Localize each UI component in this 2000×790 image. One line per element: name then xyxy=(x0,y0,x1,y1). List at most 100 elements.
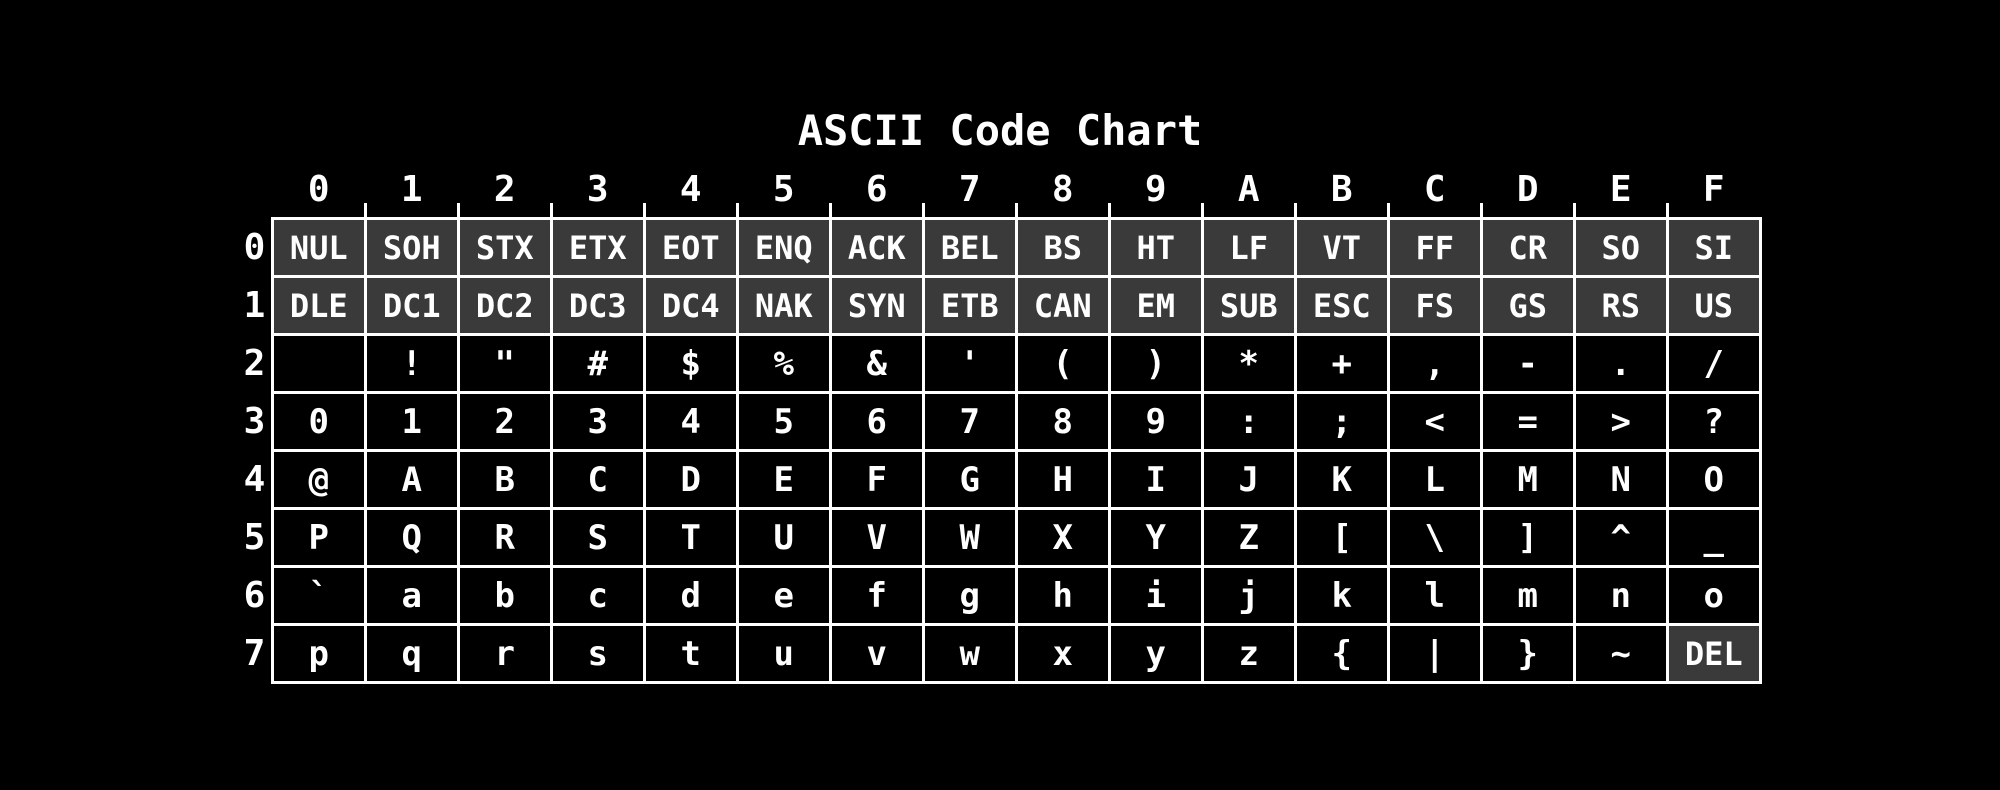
ascii-cell-control: SOH xyxy=(365,219,458,277)
ascii-cell: J xyxy=(1202,451,1295,509)
ascii-cell: & xyxy=(830,335,923,393)
cell-value: 1 xyxy=(402,402,422,442)
cell-value: SO xyxy=(1576,220,1666,275)
cell-value: l xyxy=(1425,576,1445,616)
cell-value: a xyxy=(402,576,422,616)
ascii-cell-control: EM xyxy=(1109,277,1202,335)
cell-value: C xyxy=(588,460,608,500)
table-row: 2 !"#$%&'()*+,-./ xyxy=(238,335,1760,393)
ascii-cell: | xyxy=(1388,625,1481,683)
table-row: 7pqrstuvwxyz{|}~DEL xyxy=(238,625,1760,683)
cell-value: ^ xyxy=(1611,518,1631,558)
cell-value: t xyxy=(681,634,701,674)
cell-value: g xyxy=(960,576,980,616)
ascii-cell: ' xyxy=(923,335,1016,393)
ascii-cell-control: DEL xyxy=(1667,625,1760,683)
ascii-cell: h xyxy=(1016,567,1109,625)
ascii-cell: D xyxy=(644,451,737,509)
ascii-cell: w xyxy=(923,625,1016,683)
cell-value: r xyxy=(495,634,515,674)
ascii-cell: * xyxy=(1202,335,1295,393)
ascii-cell: H xyxy=(1016,451,1109,509)
col-header: 0 xyxy=(272,161,365,219)
cell-value: ETX xyxy=(553,220,643,275)
cell-value: DC2 xyxy=(460,278,550,333)
row-header: 7 xyxy=(238,625,272,683)
ascii-cell: \ xyxy=(1388,509,1481,567)
ascii-cell: $ xyxy=(644,335,737,393)
cell-value: # xyxy=(588,344,608,384)
table-row: 30123456789:;<=>? xyxy=(238,393,1760,451)
table-row: 5PQRSTUVWXYZ[\]^_ xyxy=(238,509,1760,567)
cell-value: T xyxy=(681,518,701,558)
cell-value: L xyxy=(1425,460,1445,500)
cell-value: S xyxy=(588,518,608,558)
cell-value: w xyxy=(960,634,980,674)
cell-value: R xyxy=(495,518,515,558)
col-header: E xyxy=(1574,161,1667,219)
cell-value: 9 xyxy=(1146,402,1166,442)
ascii-cell: < xyxy=(1388,393,1481,451)
ascii-cell: t xyxy=(644,625,737,683)
ascii-table: 0123456789ABCDEF 0NULSOHSTXETXEOTENQACKB… xyxy=(238,161,1762,685)
ascii-cell: B xyxy=(458,451,551,509)
cell-value: j xyxy=(1239,576,1259,616)
ascii-cell: K xyxy=(1295,451,1388,509)
cell-value: ) xyxy=(1146,344,1166,384)
ascii-cell-control: HT xyxy=(1109,219,1202,277)
ascii-cell: ; xyxy=(1295,393,1388,451)
ascii-cell: l xyxy=(1388,567,1481,625)
ascii-cell-control: NAK xyxy=(737,277,830,335)
ascii-cell: _ xyxy=(1667,509,1760,567)
cell-value: { xyxy=(1332,634,1352,674)
ascii-cell: " xyxy=(458,335,551,393)
ascii-cell: e xyxy=(737,567,830,625)
ascii-cell: 4 xyxy=(644,393,737,451)
ascii-cell-control: VT xyxy=(1295,219,1388,277)
ascii-cell-control: EOT xyxy=(644,219,737,277)
cell-value: d xyxy=(681,576,701,616)
cell-value: GS xyxy=(1483,278,1573,333)
cell-value: P xyxy=(309,518,329,558)
ascii-cell xyxy=(272,335,365,393)
ascii-cell: n xyxy=(1574,567,1667,625)
table-row: 6`abcdefghijklmno xyxy=(238,567,1760,625)
cell-value: i xyxy=(1146,576,1166,616)
cell-value: ETB xyxy=(925,278,1015,333)
row-header: 3 xyxy=(238,393,272,451)
table-row: 1DLEDC1DC2DC3DC4NAKSYNETBCANEMSUBESCFSGS… xyxy=(238,277,1760,335)
ascii-cell: . xyxy=(1574,335,1667,393)
ascii-cell: a xyxy=(365,567,458,625)
cell-value: W xyxy=(960,518,980,558)
corner-cell xyxy=(238,161,272,219)
cell-value: NAK xyxy=(739,278,829,333)
table-row: 0NULSOHSTXETXEOTENQACKBELBSHTLFVTFFCRSOS… xyxy=(238,219,1760,277)
ascii-cell: > xyxy=(1574,393,1667,451)
cell-value: / xyxy=(1704,344,1724,384)
cell-value: DEL xyxy=(1669,626,1759,681)
ascii-cell: i xyxy=(1109,567,1202,625)
ascii-cell: 0 xyxy=(272,393,365,451)
ascii-cell-control: ACK xyxy=(830,219,923,277)
ascii-cell: ? xyxy=(1667,393,1760,451)
ascii-cell: 6 xyxy=(830,393,923,451)
row-header: 4 xyxy=(238,451,272,509)
ascii-cell: ` xyxy=(272,567,365,625)
cell-value: n xyxy=(1611,576,1631,616)
cell-value: u xyxy=(774,634,794,674)
row-header: 0 xyxy=(238,219,272,277)
ascii-cell: j xyxy=(1202,567,1295,625)
ascii-cell: 8 xyxy=(1016,393,1109,451)
ascii-cell: - xyxy=(1481,335,1574,393)
ascii-chart: ASCII Code Chart 0123456789ABCDEF 0NULSO… xyxy=(238,106,1762,685)
cell-value: VT xyxy=(1297,220,1387,275)
ascii-cell: + xyxy=(1295,335,1388,393)
cell-value: CAN xyxy=(1018,278,1108,333)
cell-value: y xyxy=(1146,634,1166,674)
cell-value: m xyxy=(1518,576,1538,616)
cell-value: p xyxy=(309,634,329,674)
cell-value: EM xyxy=(1111,278,1201,333)
cell-value: > xyxy=(1611,402,1631,442)
ascii-cell-control: ETX xyxy=(551,219,644,277)
col-header: 6 xyxy=(830,161,923,219)
